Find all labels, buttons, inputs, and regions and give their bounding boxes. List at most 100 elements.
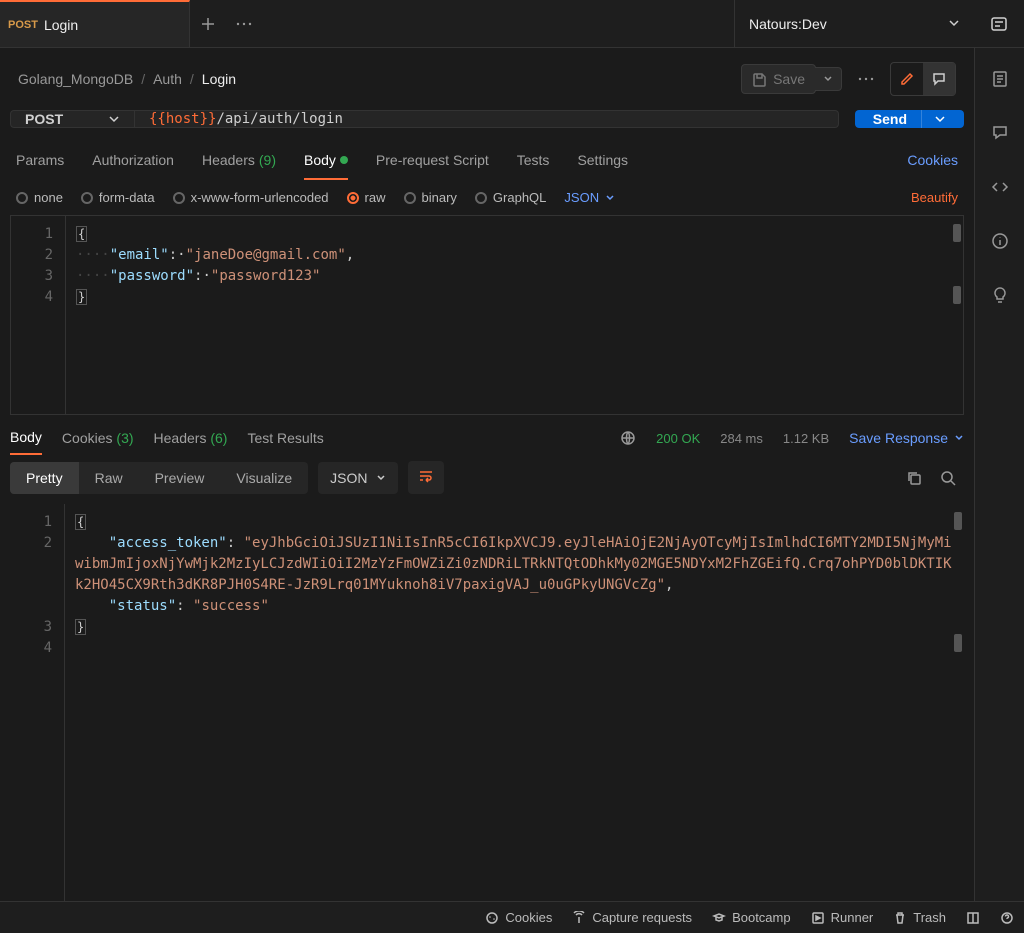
footer-layout-button[interactable] xyxy=(966,911,980,925)
body-type-graphql[interactable]: GraphQL xyxy=(475,190,546,205)
tab-headers[interactable]: Headers (9) xyxy=(202,152,276,168)
url-row: POST {{host}}/api/auth/login Send xyxy=(0,110,974,140)
body-type-raw[interactable]: raw xyxy=(347,190,386,205)
editor-gutter: 1 2 3 4 xyxy=(11,216,66,414)
body-type-none[interactable]: none xyxy=(16,190,63,205)
footer-capture[interactable]: Capture requests xyxy=(572,910,692,925)
more-actions-button[interactable] xyxy=(858,77,874,81)
footer-bootcamp[interactable]: Bootcamp xyxy=(712,910,791,925)
view-visualize[interactable]: Visualize xyxy=(220,462,308,494)
scrollbar-thumb[interactable] xyxy=(953,286,961,304)
comments-icon[interactable] xyxy=(991,124,1009,142)
scrollbar-thumb[interactable] xyxy=(954,634,962,652)
copy-response-button[interactable] xyxy=(906,470,922,486)
body-type-binary[interactable]: binary xyxy=(404,190,457,205)
scrollbar-thumb[interactable] xyxy=(954,512,962,530)
response-view-row: Pretty Raw Preview Visualize JSON xyxy=(0,455,974,500)
trash-icon xyxy=(893,911,907,925)
chevron-down-icon xyxy=(376,473,386,483)
chevron-down-icon xyxy=(948,16,960,32)
raw-language-select[interactable]: JSON xyxy=(564,190,615,205)
environment-name: Natours:Dev xyxy=(749,16,827,32)
send-button[interactable]: Send xyxy=(855,110,964,128)
body-type-row: none form-data x-www-form-urlencoded raw… xyxy=(0,180,974,215)
help-icon xyxy=(1000,911,1014,925)
layout-icon xyxy=(966,911,980,925)
body-indicator-icon xyxy=(340,156,348,164)
edit-mode-button[interactable] xyxy=(891,63,923,95)
request-body-editor[interactable]: 1 2 3 4 { ····"email":·"janeDoe@gmail.co… xyxy=(10,215,964,415)
response-language-select[interactable]: JSON xyxy=(318,462,397,494)
body-type-xform[interactable]: x-www-form-urlencoded xyxy=(173,190,329,205)
crumb-sep: / xyxy=(190,71,194,87)
code-icon[interactable] xyxy=(991,178,1009,196)
resp-tab-headers[interactable]: Headers (6) xyxy=(154,430,228,446)
tab-authorization[interactable]: Authorization xyxy=(92,152,174,168)
environment-selector[interactable]: Natours:Dev xyxy=(734,0,974,47)
footer-runner[interactable]: Runner xyxy=(811,910,874,925)
footer-trash[interactable]: Trash xyxy=(893,910,946,925)
crumb-folder[interactable]: Auth xyxy=(153,71,182,87)
request-tabs: Params Authorization Headers (9) Body Pr… xyxy=(0,140,974,180)
chevron-down-icon xyxy=(954,433,964,443)
body-type-formdata[interactable]: form-data xyxy=(81,190,155,205)
environment-quicklook-button[interactable] xyxy=(974,0,1024,47)
right-rail xyxy=(974,48,1024,901)
editor-code: { "access_token": "eyJhbGciOiJSUzI1NiIsI… xyxy=(65,504,964,901)
response-language-label: JSON xyxy=(330,470,367,486)
view-pretty[interactable]: Pretty xyxy=(10,462,79,494)
scrollbar-thumb[interactable] xyxy=(953,224,961,242)
save-button[interactable]: Save xyxy=(741,64,816,94)
crumb-request: Login xyxy=(202,71,236,87)
tab-body[interactable]: Body xyxy=(304,152,348,180)
response-view-segment: Pretty Raw Preview Visualize xyxy=(10,462,308,494)
beautify-button[interactable]: Beautify xyxy=(911,190,958,205)
view-mode-toggle xyxy=(890,62,956,96)
tab-headers-label: Headers xyxy=(202,152,255,168)
tab-body-label: Body xyxy=(304,152,336,168)
http-method-label: POST xyxy=(25,111,63,127)
footer-help-button[interactable] xyxy=(1000,911,1014,925)
tab-bar: POST Login Natours:Dev xyxy=(0,0,1024,48)
editor-code[interactable]: { ····"email":·"janeDoe@gmail.com", ····… xyxy=(66,216,364,414)
response-time: 284 ms xyxy=(720,431,763,446)
wrap-lines-button[interactable] xyxy=(408,461,444,494)
send-dropdown[interactable] xyxy=(921,110,946,128)
send-label: Send xyxy=(873,111,907,127)
response-tabs-row: Body Cookies (3) Headers (6) Test Result… xyxy=(0,415,974,455)
tab-prerequest[interactable]: Pre-request Script xyxy=(376,152,489,168)
comment-mode-button[interactable] xyxy=(923,63,955,95)
footer-cookies[interactable]: Cookies xyxy=(485,910,552,925)
documentation-icon[interactable] xyxy=(991,70,1009,88)
new-tab-button[interactable] xyxy=(200,16,216,32)
tab-settings[interactable]: Settings xyxy=(577,152,628,168)
cookie-icon xyxy=(485,911,499,925)
response-status: 200 OK xyxy=(656,431,700,446)
more-tabs-button[interactable] xyxy=(236,22,252,26)
http-method-select[interactable]: POST xyxy=(10,110,135,128)
header-actions: Save xyxy=(741,62,956,96)
tab-active[interactable]: POST Login xyxy=(0,0,190,47)
info-icon[interactable] xyxy=(991,232,1009,250)
resp-tab-cookies[interactable]: Cookies (3) xyxy=(62,430,134,446)
tab-params[interactable]: Params xyxy=(16,152,64,168)
lightbulb-icon[interactable] xyxy=(991,286,1009,304)
view-preview[interactable]: Preview xyxy=(139,462,221,494)
tab-tests[interactable]: Tests xyxy=(517,152,550,168)
cookies-link[interactable]: Cookies xyxy=(907,152,958,168)
response-body-editor[interactable]: 1 2 3 4 { "access_token": "eyJhbGciOiJSU… xyxy=(10,504,964,901)
search-response-button[interactable] xyxy=(940,470,956,486)
resp-tab-body[interactable]: Body xyxy=(10,429,42,455)
resp-tab-tests[interactable]: Test Results xyxy=(247,430,323,446)
crumb-collection[interactable]: Golang_MongoDB xyxy=(18,71,133,87)
save-response-button[interactable]: Save Response xyxy=(849,430,964,446)
globe-icon[interactable] xyxy=(620,430,636,446)
raw-language-label: JSON xyxy=(564,190,599,205)
chevron-down-icon xyxy=(605,193,615,203)
url-input[interactable]: {{host}}/api/auth/login xyxy=(135,110,839,128)
tab-actions xyxy=(190,0,734,47)
view-raw[interactable]: Raw xyxy=(79,462,139,494)
save-dropdown[interactable] xyxy=(815,67,842,91)
url-path: /api/auth/login xyxy=(216,111,342,127)
save-icon xyxy=(752,72,767,87)
